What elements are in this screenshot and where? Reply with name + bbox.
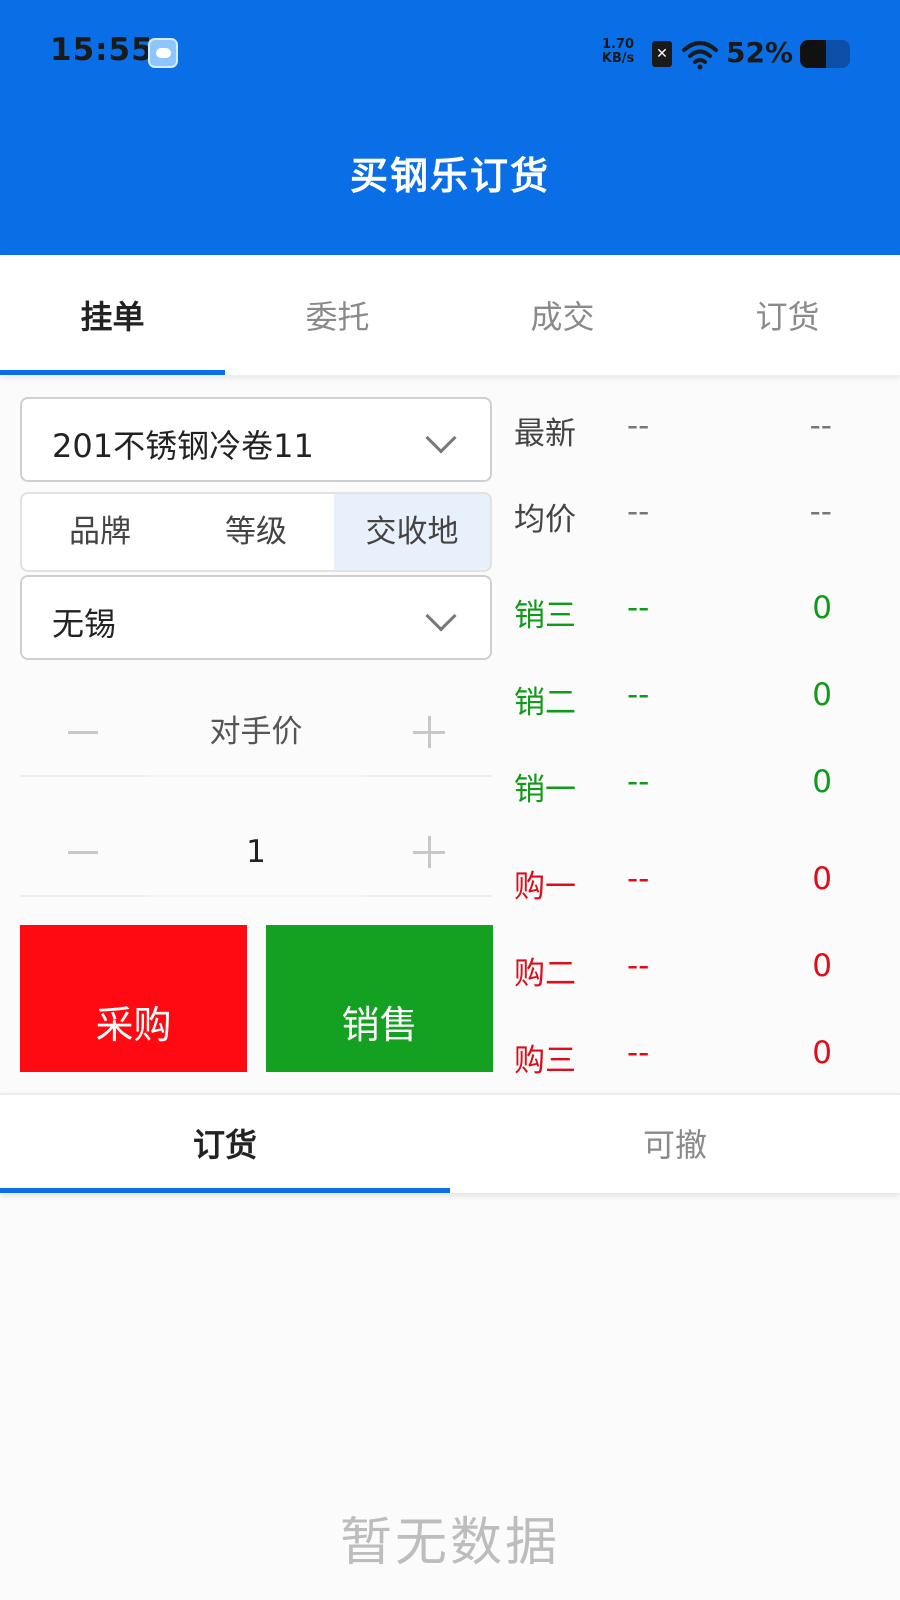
segment-grade[interactable]: 等级 xyxy=(178,494,334,570)
tab-deal[interactable]: 成交 xyxy=(450,255,675,375)
quantity-increase-button[interactable] xyxy=(367,807,492,897)
app-header: 15:55 1.70 KB/s ✕ 52% 买钢乐订货 xyxy=(0,0,900,255)
market-row: 销三 -- 0 xyxy=(512,582,842,642)
market-row-price: -- xyxy=(627,677,650,713)
market-row-label: 购三 xyxy=(514,1043,576,1079)
market-row-price: -- xyxy=(627,948,650,984)
market-row: 销二 -- 0 xyxy=(512,669,842,729)
tab-pending-order[interactable]: 挂单 xyxy=(0,255,225,375)
wifi-icon xyxy=(682,41,718,70)
market-row-qty: 0 xyxy=(812,861,832,897)
battery-fill xyxy=(800,40,826,68)
sell-button[interactable]: 销售 xyxy=(266,925,493,1072)
market-row-label: 销一 xyxy=(514,772,576,808)
tab-order[interactable]: 订货 xyxy=(675,255,900,375)
no-sim-icon: ✕ xyxy=(652,41,672,67)
price-stepper: 对手价 xyxy=(20,687,492,777)
page-title: 买钢乐订货 xyxy=(349,154,550,198)
price-decrease-button[interactable] xyxy=(20,687,145,777)
product-select[interactable]: 201不锈钢冷卷11 xyxy=(20,397,492,482)
location-select[interactable]: 无锡 xyxy=(20,575,492,660)
market-row: 购三 -- 0 xyxy=(512,1027,842,1087)
segment-delivery-location[interactable]: 交收地 xyxy=(334,494,490,570)
status-time: 15:55 xyxy=(50,32,154,68)
market-row-qty: -- xyxy=(809,494,832,530)
status-bar: 15:55 1.70 KB/s ✕ 52% xyxy=(0,0,900,110)
main-tabs: 挂单 委托 成交 订货 xyxy=(0,255,900,375)
market-row-price: -- xyxy=(627,408,650,444)
battery-icon xyxy=(800,40,850,68)
market-row: 均价 -- -- xyxy=(512,486,842,546)
battery-percent: 52% xyxy=(726,36,794,69)
market-row-price: -- xyxy=(627,764,650,800)
market-row-label: 最新 xyxy=(514,416,576,452)
price-value[interactable]: 对手价 xyxy=(145,687,367,777)
chevron-down-icon xyxy=(425,600,457,632)
chevron-down-icon xyxy=(425,422,457,454)
market-row: 销一 -- 0 xyxy=(512,756,842,816)
market-row-qty: 0 xyxy=(812,677,832,713)
market-row-label: 销二 xyxy=(514,685,576,721)
market-row-qty: 0 xyxy=(812,1035,832,1071)
market-row-label: 购一 xyxy=(514,869,576,905)
quantity-decrease-button[interactable] xyxy=(20,807,145,897)
market-row-label: 购二 xyxy=(514,956,576,992)
market-row: 购二 -- 0 xyxy=(512,940,842,1000)
tab-orders[interactable]: 订货 xyxy=(0,1095,450,1193)
product-select-value: 201不锈钢冷卷11 xyxy=(52,427,314,465)
market-row-price: -- xyxy=(627,1035,650,1071)
price-increase-button[interactable] xyxy=(367,687,492,777)
network-speed: 1.70 KB/s xyxy=(598,38,638,66)
market-row: 最新 -- -- xyxy=(512,400,842,460)
location-select-value: 无锡 xyxy=(52,605,117,643)
tab-entrust[interactable]: 委托 xyxy=(225,255,450,375)
market-row-price: -- xyxy=(627,590,650,626)
market-row-label: 均价 xyxy=(514,502,576,538)
quantity-stepper: 1 xyxy=(20,807,492,897)
network-speed-value: 1.70 xyxy=(601,37,635,52)
market-row: 购一 -- 0 xyxy=(512,853,842,913)
network-speed-unit: KB/s xyxy=(601,51,635,66)
quantity-value[interactable]: 1 xyxy=(145,807,367,897)
market-row-label: 销三 xyxy=(514,598,576,634)
market-row-price: -- xyxy=(627,861,650,897)
list-tabs: 订货 可撤 xyxy=(0,1093,900,1193)
buy-button[interactable]: 采购 xyxy=(20,925,247,1072)
weather-icon xyxy=(148,38,178,68)
market-row-qty: -- xyxy=(809,408,832,444)
empty-state: 暂无数据 xyxy=(339,1513,560,1573)
segment-brand[interactable]: 品牌 xyxy=(22,494,178,570)
market-row-qty: 0 xyxy=(812,764,832,800)
tab-cancellable[interactable]: 可撤 xyxy=(450,1095,900,1193)
market-row-price: -- xyxy=(627,494,650,530)
market-row-qty: 0 xyxy=(812,590,832,626)
market-row-qty: 0 xyxy=(812,948,832,984)
attribute-segment: 品牌 等级 交收地 xyxy=(20,492,492,572)
